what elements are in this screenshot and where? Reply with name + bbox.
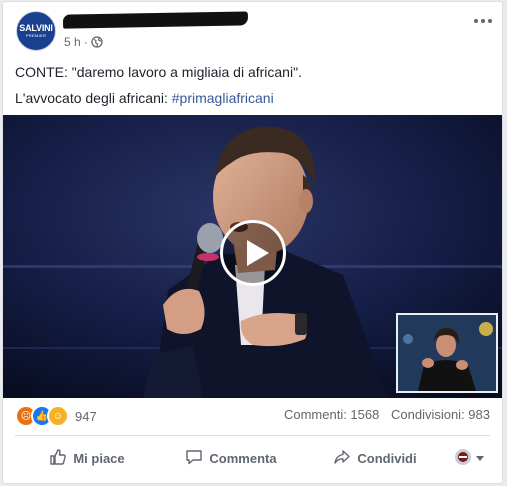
- video-player[interactable]: [3, 115, 502, 398]
- action-bar: Mi piace Commenta Condividi: [15, 436, 490, 480]
- share-arrow-icon: [333, 448, 351, 469]
- shares-count[interactable]: Condivisioni: 983: [391, 407, 490, 422]
- speech-bubble-icon: [185, 448, 203, 469]
- post-text-prefix: L'avvocato degli africani:: [15, 90, 172, 106]
- share-button-label: Condividi: [357, 450, 417, 466]
- sign-language-inset: [396, 313, 498, 393]
- post-text-line-2: L'avvocato degli africani: #primagliafri…: [15, 90, 274, 106]
- post-text-line-1: CONTE: "daremo lavoro a migliaia di afri…: [15, 64, 302, 80]
- reactions-summary[interactable]: ☹ 👍 ☺ 947: [15, 405, 97, 427]
- like-button[interactable]: Mi piace: [15, 440, 159, 476]
- page-mini-avatar-icon: [454, 448, 472, 469]
- comment-share-counts: Commenti: 1568 Condivisioni: 983: [284, 407, 490, 422]
- share-button[interactable]: Condividi: [303, 440, 447, 476]
- thumbs-up-icon: [49, 448, 67, 469]
- avatar-logo-subtext: PREMIER: [25, 33, 47, 38]
- page-avatar[interactable]: SALVINI PREMIER: [16, 11, 56, 51]
- hashtag-link[interactable]: #primagliafricani: [172, 90, 274, 106]
- reaction-count: 947: [75, 408, 97, 424]
- globe-icon: [91, 36, 103, 48]
- play-button[interactable]: [220, 220, 286, 286]
- comment-button-label: Commenta: [209, 450, 277, 466]
- signer-image: [398, 315, 496, 391]
- post-card: SALVINI PREMIER 5 h · CONTE: "daremo lav…: [2, 1, 503, 484]
- chevron-down-icon: [476, 455, 484, 461]
- reaction-selector[interactable]: [447, 448, 490, 469]
- post-meta: 5 h ·: [64, 35, 103, 49]
- post-timestamp[interactable]: 5 h: [64, 35, 81, 49]
- redacted-page-name: [62, 11, 249, 29]
- like-button-label: Mi piace: [73, 450, 125, 466]
- comments-count[interactable]: Commenti: 1568: [284, 407, 379, 422]
- engagement-stats: ☹ 👍 ☺ 947 Commenti: 1568 Condivisioni: 9…: [15, 405, 490, 427]
- comment-button[interactable]: Commenta: [159, 440, 303, 476]
- meta-separator: ·: [83, 35, 88, 49]
- haha-icon: ☺: [47, 405, 69, 427]
- avatar-logo-text: SALVINI: [19, 23, 53, 33]
- more-options-icon[interactable]: [474, 19, 492, 23]
